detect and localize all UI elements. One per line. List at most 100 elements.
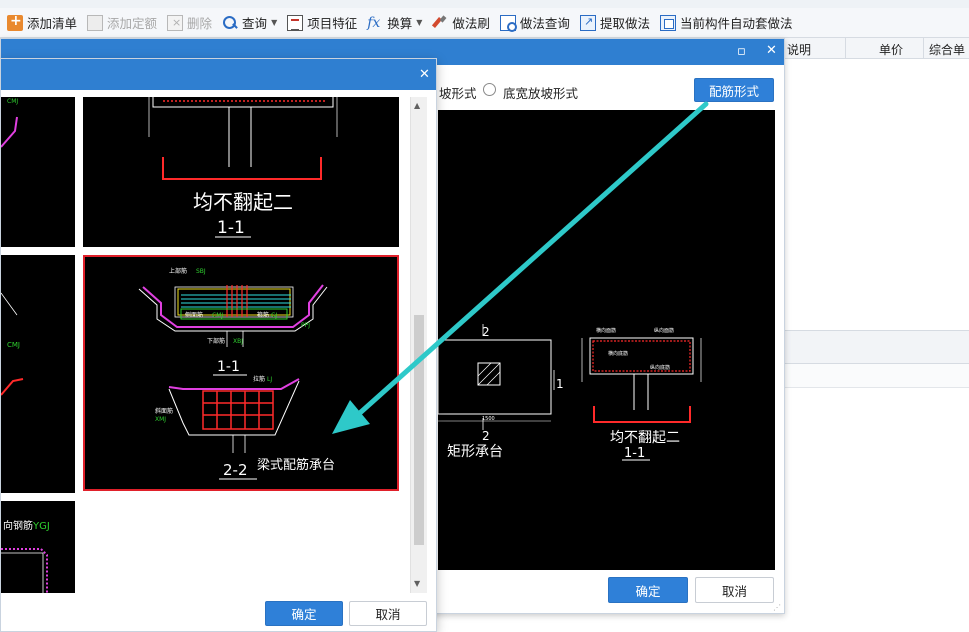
add-quota-label: 添加定额 (107, 16, 158, 31)
add-list-icon (7, 13, 23, 31)
radio-bottom-slope[interactable] (483, 83, 496, 96)
rebar-form-button[interactable]: 配筋形式 (694, 78, 774, 102)
label-side-rebar-code: CMJ (212, 312, 223, 319)
column-header-composite-price[interactable]: 综合单 (929, 41, 965, 58)
rebar-label-top-h: 横向面筋 (596, 327, 616, 334)
lower-panel-row (783, 364, 969, 388)
table-header: 说明 单价 综合单 (783, 38, 969, 59)
method-brush-label: 做法刷 (452, 16, 490, 31)
delete-button[interactable]: 删除 (162, 11, 217, 35)
method-query-button[interactable]: 做法查询 (495, 11, 575, 35)
scroll-up-icon[interactable]: ▲ (414, 101, 420, 110)
label-bottom-rebar-code: XBJ (233, 338, 243, 345)
section-2-2-label: 2-2 (223, 461, 248, 479)
auto-apply-icon (659, 14, 676, 31)
left-dialog-ok-button[interactable]: 确定 (265, 601, 343, 626)
feature-label: 项目特征 (307, 16, 358, 31)
thumbnail-partial-2[interactable]: CMJ (1, 255, 75, 493)
label-slope-rebar: 斜面筋 (155, 407, 173, 415)
thumbnail-beam-rebar-cap[interactable]: 上部筋 SBJ 侧面筋 CMJ 箍筋 GJ PPJ 下部筋 XBJ 1-1 斜面… (83, 255, 399, 491)
resize-grip-icon[interactable]: ⋰ (773, 603, 781, 612)
rebar-label-bottom-h: 横向底筋 (608, 350, 628, 357)
method-query-label: 做法查询 (519, 16, 570, 31)
toolbar: 添加清单 添加定额 删除 查询 ▼ 项目特征 fx 换算 ▼ 做法刷 做法查询 … (0, 8, 969, 38)
label-side-rebar: 侧面筋 (185, 311, 203, 319)
label-tie-rebar: 拉筋 (253, 375, 265, 383)
radio-slope-label: 坡形式 (439, 86, 477, 101)
section-marker-2-bottom: 2 (482, 429, 490, 443)
app-title-strip (0, 0, 969, 8)
lower-panel-header (783, 330, 969, 364)
method-brush-button[interactable]: 做法刷 (427, 11, 495, 35)
thumb-title-beam-cap: 梁式配筋承台 (257, 457, 335, 473)
rect-cap-caption: 矩形承台 (447, 444, 503, 460)
add-list-label: 添加清单 (27, 16, 78, 31)
thumbnail-no-bend-two[interactable]: 均不翻起二 1-1 (83, 97, 399, 247)
auto-apply-label: 当前构件自动套做法 (679, 16, 793, 31)
section-outline (589, 337, 694, 375)
thumbnail-partial-3[interactable]: 向钢筋 YGJ (1, 501, 75, 593)
section-caption-title: 均不翻起二 (610, 430, 680, 446)
maximize-icon[interactable]: ▫ (737, 44, 746, 60)
label-hoop: 箍筋 (257, 311, 269, 319)
method-query-icon (499, 14, 517, 32)
section-marker-2-top: 2 (482, 325, 490, 339)
left-dialog-cancel-button[interactable]: 取消 (349, 601, 427, 626)
extract-method-button[interactable]: 提取做法 (575, 11, 655, 35)
thumb-partial-label: 向钢筋 (3, 519, 33, 532)
section-marker-1: 1 (556, 377, 564, 391)
cap-preview-drawing: 2 2 1 1500 矩形承台 横向面筋 纵向面筋 横向底筋 纵向底筋 均不翻起… (438, 324, 702, 461)
rebar-label-bottom-v: 纵向底筋 (650, 364, 670, 371)
thumb-partial-code: CMJ (7, 341, 20, 349)
search-icon (222, 15, 238, 31)
rebar-label-top-v: 纵向面筋 (654, 327, 674, 334)
rebar-dialog-title-bar: ✕ (1, 59, 436, 90)
gallery-scrollbar[interactable]: ▲ ▼ (410, 97, 427, 593)
brush-icon (432, 15, 448, 31)
chevron-down-icon[interactable]: ▼ (416, 18, 422, 27)
section-1-1-label: 1-1 (217, 359, 240, 375)
scrollbar-thumb[interactable] (414, 315, 424, 545)
convert-button[interactable]: fx 换算 ▼ (362, 11, 427, 35)
label-ppj-code: PPJ (301, 322, 310, 329)
right-dialog-cancel-button[interactable]: 取消 (695, 577, 774, 603)
add-quota-button[interactable]: 添加定额 (82, 11, 162, 35)
thumb-section-no-bend: 1-1 (217, 218, 245, 238)
add-quota-icon (87, 14, 104, 31)
rebar-form-dialog: ✕ CMJ 均不翻起二 1-1 CMJ 上部筋 SBJ 侧面筋 CMJ 箍筋 G… (0, 58, 437, 632)
column-header-description[interactable]: 说明 (787, 41, 811, 58)
cap-preview-canvas: 2 2 1 1500 矩形承台 横向面筋 纵向面筋 横向底筋 纵向底筋 均不翻起… (438, 110, 775, 570)
label-top-rebar: 上部筋 (169, 267, 187, 275)
close-icon[interactable]: ✕ (419, 67, 430, 83)
close-icon[interactable]: ✕ (766, 43, 777, 59)
radio-bottom-slope-label: 底宽放坡形式 (503, 86, 579, 101)
label-slope-rebar-code: XMJ (155, 416, 166, 423)
scroll-down-icon[interactable]: ▼ (414, 579, 420, 588)
label-top-rebar-code: SBJ (196, 268, 206, 275)
label-hoop-code: GJ (271, 312, 278, 319)
auto-apply-button[interactable]: 当前构件自动套做法 (655, 11, 798, 35)
section-caption-number: 1-1 (624, 446, 645, 461)
dimension-value: 1500 (482, 416, 495, 422)
query-button[interactable]: 查询 ▼ (217, 11, 282, 35)
label-bottom-rebar: 下部筋 (207, 337, 225, 345)
fx-icon: fx (367, 14, 381, 31)
chevron-down-icon[interactable]: ▼ (271, 18, 277, 27)
delete-label: 删除 (187, 16, 213, 31)
right-dialog-ok-button[interactable]: 确定 (608, 577, 688, 603)
plan-outline (438, 339, 552, 415)
rebar-form-gallery: CMJ 均不翻起二 1-1 CMJ 上部筋 SBJ 侧面筋 CMJ 箍筋 GJ … (1, 97, 409, 593)
thumb-code-label: CMJ (7, 98, 18, 105)
feature-icon (287, 14, 304, 31)
extract-method-label: 提取做法 (599, 16, 650, 31)
thumb-partial-code-ygj: YGJ (32, 521, 50, 532)
query-label: 查询 (242, 16, 268, 31)
base-bracket (593, 406, 691, 423)
add-list-button[interactable]: 添加清单 (2, 11, 82, 35)
extract-icon (579, 14, 596, 31)
thumbnail-partial-1[interactable]: CMJ (1, 97, 75, 247)
feature-button[interactable]: 项目特征 (282, 11, 362, 35)
convert-label: 换算 (387, 16, 413, 31)
column-header-unit-price[interactable]: 单价 (879, 41, 903, 58)
label-tie-code: LJ (267, 376, 272, 383)
